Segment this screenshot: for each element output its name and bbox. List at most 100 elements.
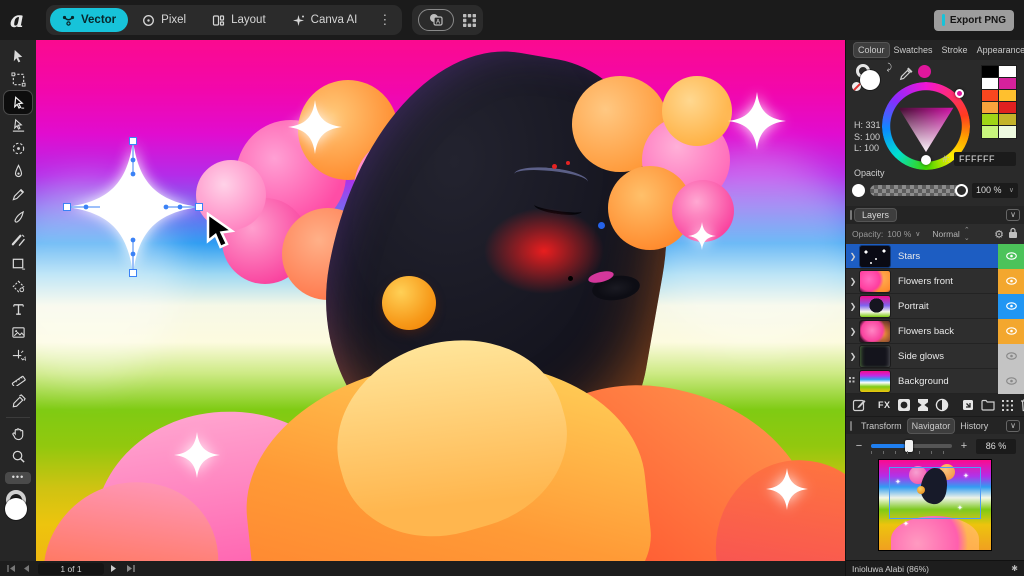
opacity-slider[interactable] [870, 185, 967, 196]
node-handles[interactable] [60, 134, 206, 285]
swatch[interactable] [999, 126, 1016, 138]
tab-canva-ai[interactable]: Canva AI [280, 8, 370, 32]
tab-colour[interactable]: Colour [854, 43, 889, 57]
more-tools-button[interactable]: ••• [5, 472, 31, 484]
tab-history[interactable]: History [956, 419, 992, 433]
move-tool[interactable] [4, 45, 32, 68]
blend-stepper-icon[interactable]: ⌃⌄ [964, 226, 970, 242]
live-filter-icon[interactable] [935, 398, 949, 412]
hex-input[interactable]: FFFFFF [954, 152, 1016, 166]
tab-layers[interactable]: Layers [855, 209, 896, 221]
layer-row-background[interactable]: Background [846, 369, 1024, 394]
artboard-tool[interactable] [4, 68, 32, 91]
blend-mode-dropdown[interactable]: Normal [932, 229, 959, 239]
picture-frame-tool[interactable] [4, 321, 32, 344]
visibility-toggle[interactable] [998, 344, 1024, 369]
mask-icon[interactable] [897, 398, 911, 412]
visibility-toggle[interactable] [998, 244, 1024, 269]
last-page-icon[interactable] [126, 564, 136, 573]
fill-colour-circle[interactable] [860, 70, 880, 90]
chevron-down-icon[interactable]: ∨ [1006, 209, 1020, 221]
zoom-value-field[interactable]: 86 % [976, 439, 1016, 454]
visibility-toggle[interactable] [998, 369, 1024, 394]
affinity-logo[interactable]: a [10, 7, 36, 33]
colour-well[interactable] [3, 490, 33, 522]
pen-tool[interactable] [4, 160, 32, 183]
pattern-grid-icon[interactable] [1001, 399, 1014, 412]
chevron-down-icon[interactable]: ∨ [915, 230, 920, 238]
navigator-viewport-rect[interactable] [889, 467, 981, 519]
layer-row-side-glows[interactable]: ❯ Side glows [846, 344, 1024, 369]
picked-colour-dot[interactable] [918, 65, 931, 78]
studio-grid-icon[interactable] [462, 13, 477, 28]
panel-grip[interactable] [850, 421, 852, 431]
tab-appearance[interactable]: Appearance [973, 43, 1024, 57]
insert-inside-icon[interactable] [961, 398, 975, 412]
swatch[interactable] [982, 114, 999, 126]
swatch[interactable] [982, 102, 999, 114]
trash-icon[interactable] [1020, 398, 1024, 412]
edit-all-layers-icon[interactable] [852, 398, 866, 412]
swatch[interactable] [999, 114, 1016, 126]
next-page-icon[interactable] [110, 564, 120, 573]
navigator-preview[interactable]: ✦ ✦ ✦ ✦ [846, 458, 1024, 560]
group-folder-icon[interactable] [981, 399, 995, 411]
zoom-out-button[interactable]: − [854, 440, 864, 452]
zoom-tool[interactable] [4, 445, 32, 468]
expand-chevron-icon[interactable]: ❯ [846, 252, 860, 261]
tab-transform[interactable]: Transform [857, 419, 906, 433]
rotate-tool[interactable] [4, 137, 32, 160]
opacity-value-dropdown[interactable]: 100 %∨ [972, 183, 1018, 198]
tab-pixel[interactable]: Pixel [130, 8, 198, 32]
shade-selector[interactable] [921, 155, 931, 165]
more-menu-icon[interactable]: ⋮ [371, 12, 398, 28]
tab-navigator[interactable]: Navigator [908, 419, 955, 433]
fill-swatch[interactable] [5, 498, 27, 520]
text-tool[interactable] [4, 298, 32, 321]
swatch[interactable] [999, 102, 1016, 114]
colour-picker-tool[interactable] [4, 390, 32, 413]
vector-brush-tool[interactable] [4, 206, 32, 229]
opacity-slider-handle[interactable] [955, 184, 968, 197]
contour-tool[interactable] [4, 114, 32, 137]
tab-vector[interactable]: Vector [50, 8, 128, 32]
swatch[interactable] [982, 126, 999, 138]
favourite-star-icon[interactable]: ✱ [1011, 564, 1018, 573]
layer-effects-icon[interactable]: FX [878, 400, 891, 410]
layer-row-portrait[interactable]: ❯ Portrait [846, 294, 1024, 319]
hand-tool[interactable] [4, 422, 32, 445]
visibility-toggle[interactable] [998, 319, 1024, 344]
measure-tool[interactable] [4, 367, 32, 390]
export-png-button[interactable]: Export PNG [934, 10, 1014, 31]
tab-layout[interactable]: Layout [200, 8, 278, 32]
point-transform-tool[interactable]: 4 [4, 344, 32, 367]
shape-text-toggle-icon[interactable]: A [418, 9, 454, 31]
expand-chevron-icon[interactable]: ❯ [846, 352, 860, 361]
chevron-down-icon[interactable]: ∨ [1006, 420, 1020, 432]
layer-row-flowers-front[interactable]: ❯ Flowers front [846, 269, 1024, 294]
rectangle-tool[interactable] [4, 252, 32, 275]
no-colour-icon[interactable] [852, 82, 861, 91]
layer-row-stars[interactable]: ❯ Stars [846, 244, 1024, 269]
swap-colours-icon[interactable]: ⤸ [887, 62, 892, 73]
zoom-slider[interactable] [871, 444, 952, 448]
swatch[interactable] [999, 78, 1016, 90]
layers-opacity-value[interactable]: 100 % [887, 229, 911, 239]
expand-chevron-icon[interactable]: ❯ [846, 277, 860, 286]
prev-page-icon[interactable] [22, 564, 32, 573]
swatch[interactable] [982, 66, 999, 78]
shape-tool[interactable] [4, 275, 32, 298]
tab-stroke[interactable]: Stroke [938, 43, 972, 57]
pixel-brush-tool[interactable] [4, 229, 32, 252]
zoom-in-button[interactable]: + [959, 440, 969, 452]
tab-swatches[interactable]: Swatches [890, 43, 937, 57]
gear-icon[interactable]: ⚙ [994, 228, 1004, 241]
expand-chevron-icon[interactable]: ❯ [846, 327, 860, 336]
visibility-toggle[interactable] [998, 269, 1024, 294]
expand-chevron-icon[interactable]: ❯ [846, 302, 860, 311]
page-indicator[interactable]: 1 of 1 [38, 563, 104, 575]
canvas[interactable] [36, 40, 845, 561]
first-page-icon[interactable] [6, 564, 16, 573]
hue-selector[interactable] [955, 89, 964, 98]
lock-icon[interactable] [1008, 227, 1018, 241]
